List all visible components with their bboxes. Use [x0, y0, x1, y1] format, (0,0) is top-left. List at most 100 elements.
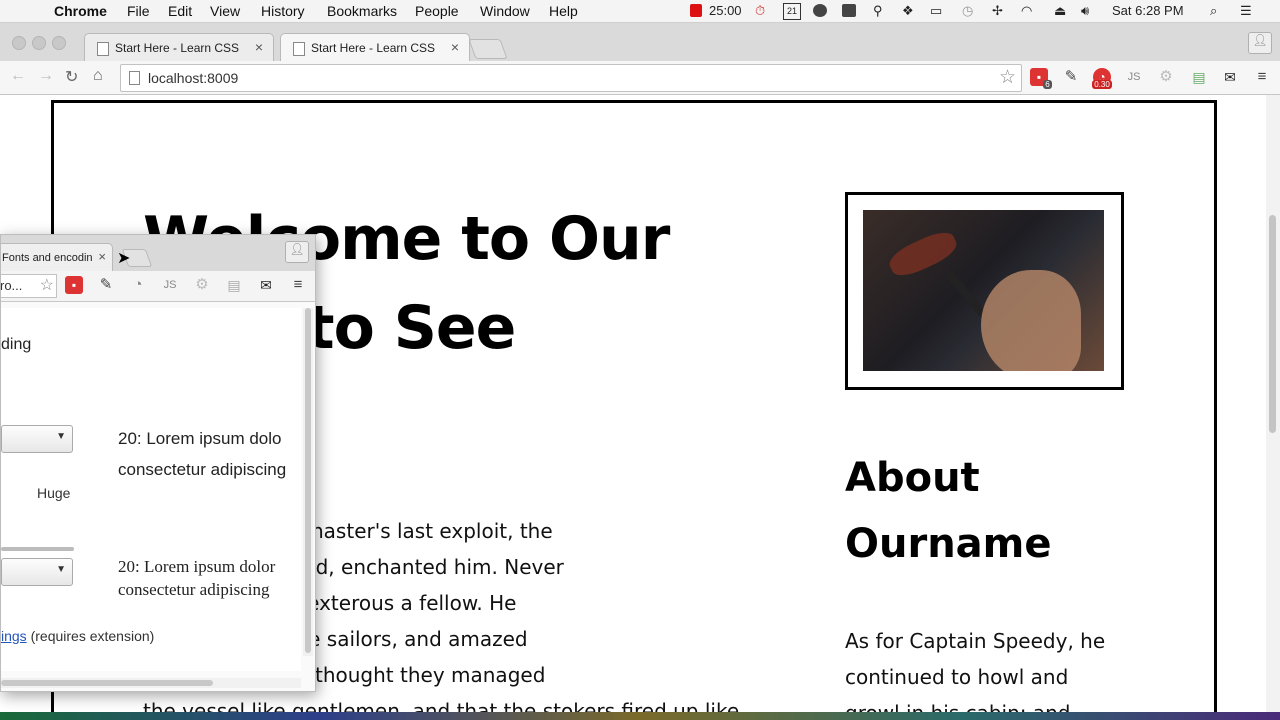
settings-toolbar: ro... ☆ ▪ ✎ ◔ JS ⚙ ▤ ✉ ≡ — [1, 271, 315, 302]
clock-readout[interactable]: Sat 6:28 PM — [1112, 3, 1184, 18]
notes-extension-icon[interactable]: ▤ — [225, 276, 243, 294]
tab-start-here-1[interactable]: Start Here - Learn CSS × — [84, 33, 274, 62]
profile-icon[interactable]: 👤︎ — [285, 241, 309, 263]
reload-icon[interactable]: ↻ — [65, 67, 78, 87]
new-tab-button[interactable] — [468, 39, 508, 59]
chevron-down-icon: ▼ — [56, 564, 66, 575]
menu-file[interactable]: File — [127, 3, 150, 19]
serif-font-select[interactable]: ▼ — [1, 558, 73, 586]
chrome-menu-icon[interactable]: ≡ — [289, 276, 307, 294]
sample-line: consectetur adipiscing — [118, 580, 270, 599]
minimize-window-icon[interactable] — [32, 36, 46, 50]
tab-close-icon[interactable]: × — [451, 39, 459, 55]
about-heading: About Ourname — [845, 445, 1165, 577]
profile-icon[interactable]: 👤︎ — [1248, 32, 1272, 54]
record-icon[interactable] — [690, 4, 702, 17]
timer-extension-icon[interactable]: ◔ — [129, 276, 147, 294]
tab-strip: Start Here - Learn CSS × Start Here - Le… — [0, 23, 1280, 62]
eject-icon[interactable]: ⏏ — [1054, 3, 1066, 19]
bluetooth-icon[interactable]: ✢ — [992, 3, 1003, 19]
slider-max-label: Huge — [37, 485, 71, 501]
forward-arrow-icon[interactable]: → — [38, 67, 54, 85]
back-arrow-icon[interactable]: ← — [10, 67, 26, 85]
notes-extension-icon[interactable]: ▤ — [1190, 68, 1208, 86]
tab-close-icon[interactable]: × — [98, 249, 106, 264]
mail-icon[interactable]: ✉ — [257, 276, 275, 294]
dock-strip — [0, 712, 1280, 720]
tab-fonts-encoding[interactable]: Fonts and encoding × — [1, 243, 113, 272]
scrollbar-thumb[interactable] — [1, 680, 213, 686]
antenna-icon[interactable]: ⚲ — [873, 3, 883, 19]
gear-icon[interactable]: ⚙ — [193, 276, 211, 294]
js-extension-icon[interactable]: JS — [161, 276, 179, 294]
tab-title: Start Here - Learn CSS — [115, 41, 240, 55]
scrollbar-thumb[interactable] — [305, 308, 311, 653]
tab-title: Fonts and encoding — [2, 252, 92, 264]
spotlight-icon[interactable]: ⌕ — [1210, 3, 1217, 19]
volume-icon[interactable]: 🔊︎ — [1081, 3, 1089, 19]
zoom-window-icon[interactable] — [52, 36, 66, 50]
address-bar-url[interactable]: localhost:8009 — [148, 70, 238, 86]
eyedropper-icon[interactable]: ✎ — [97, 276, 115, 294]
mouse-cursor-icon: ➤ — [117, 250, 131, 267]
gear-icon[interactable]: ⚙ — [1157, 68, 1175, 86]
menu-app-name[interactable]: Chrome — [54, 3, 107, 19]
notification-center-icon[interactable]: ☰ — [1240, 3, 1252, 19]
eyedropper-icon[interactable]: ✎ — [1062, 68, 1080, 86]
chevron-down-icon: ▼ — [56, 431, 66, 442]
craft-photo — [863, 210, 1104, 371]
timer-icon[interactable]: ⏱ — [755, 3, 765, 19]
bookmark-star-icon[interactable]: ☆ — [999, 66, 1016, 89]
close-window-icon[interactable] — [12, 36, 26, 50]
timer-readout[interactable]: 25:00 — [709, 3, 742, 18]
page-scrollbar[interactable] — [1266, 95, 1280, 720]
settings-scrollbar[interactable] — [303, 308, 313, 656]
advanced-font-settings-link[interactable]: ings — [1, 628, 27, 644]
time-machine-icon[interactable]: ◷ — [962, 3, 973, 19]
mail-icon[interactable]: ✉ — [1221, 68, 1239, 86]
font-size-slider[interactable] — [1, 547, 74, 551]
sample-line: 20: Lorem ipsum dolo — [118, 429, 282, 448]
display-icon[interactable]: ▭ — [930, 3, 942, 19]
settings-horizontal-scrollbar[interactable] — [1, 678, 301, 688]
page-icon — [97, 42, 109, 56]
about-line: As for Captain Speedy, he — [845, 629, 1106, 653]
sample-line: consectetur adipiscing — [118, 460, 287, 479]
sans-font-select[interactable]: ▼ — [1, 425, 73, 453]
address-bar-url[interactable]: ro... — [1, 278, 22, 293]
tab-title: Start Here - Learn CSS — [311, 41, 436, 55]
chrome-menu-icon[interactable]: ≡ — [1253, 68, 1271, 86]
calendar-icon[interactable]: 21 — [783, 3, 801, 20]
timer-badge: 0.30 — [1092, 80, 1112, 89]
home-icon[interactable]: ⌂ — [93, 67, 103, 85]
about-paragraph: As for Captain Speedy, he continued to h… — [845, 623, 1165, 720]
menu-history[interactable]: History — [261, 3, 305, 19]
address-bar[interactable]: ro... ☆ — [1, 274, 57, 298]
serif-font-sample: 20: Lorem ipsum dolor consectetur adipis… — [118, 555, 308, 601]
menu-people[interactable]: People — [415, 3, 459, 19]
about-title-line: About — [845, 455, 980, 501]
photo-detail — [981, 270, 1081, 371]
todo-extension-icon[interactable]: ▪ — [65, 276, 83, 294]
sample-line: 20: Lorem ipsum dolor — [118, 557, 276, 576]
about-title-line: Ourname — [845, 521, 1052, 567]
menu-view[interactable]: View — [210, 3, 240, 19]
menu-help[interactable]: Help — [549, 3, 578, 19]
link-suffix: (requires extension) — [26, 628, 155, 644]
drive-icon[interactable] — [842, 4, 856, 17]
scrollbar-thumb[interactable] — [1269, 215, 1276, 433]
menu-window[interactable]: Window — [480, 3, 530, 19]
page-icon — [293, 42, 305, 56]
menu-bookmarks[interactable]: Bookmarks — [327, 3, 397, 19]
menu-edit[interactable]: Edit — [168, 3, 192, 19]
bookmark-star-icon[interactable]: ☆ — [40, 275, 54, 295]
dropbox-icon[interactable]: ❖ — [902, 3, 914, 19]
address-bar[interactable]: localhost:8009 ☆ — [120, 64, 1022, 92]
photo-frame — [845, 192, 1124, 390]
js-extension-icon[interactable]: JS — [1125, 68, 1143, 86]
tab-start-here-2[interactable]: Start Here - Learn CSS × — [280, 33, 470, 62]
tab-close-icon[interactable]: × — [255, 39, 263, 55]
cloud-icon[interactable] — [813, 4, 827, 17]
about-line: continued to howl and — [845, 665, 1069, 689]
wifi-icon[interactable]: ◠ — [1021, 3, 1032, 19]
